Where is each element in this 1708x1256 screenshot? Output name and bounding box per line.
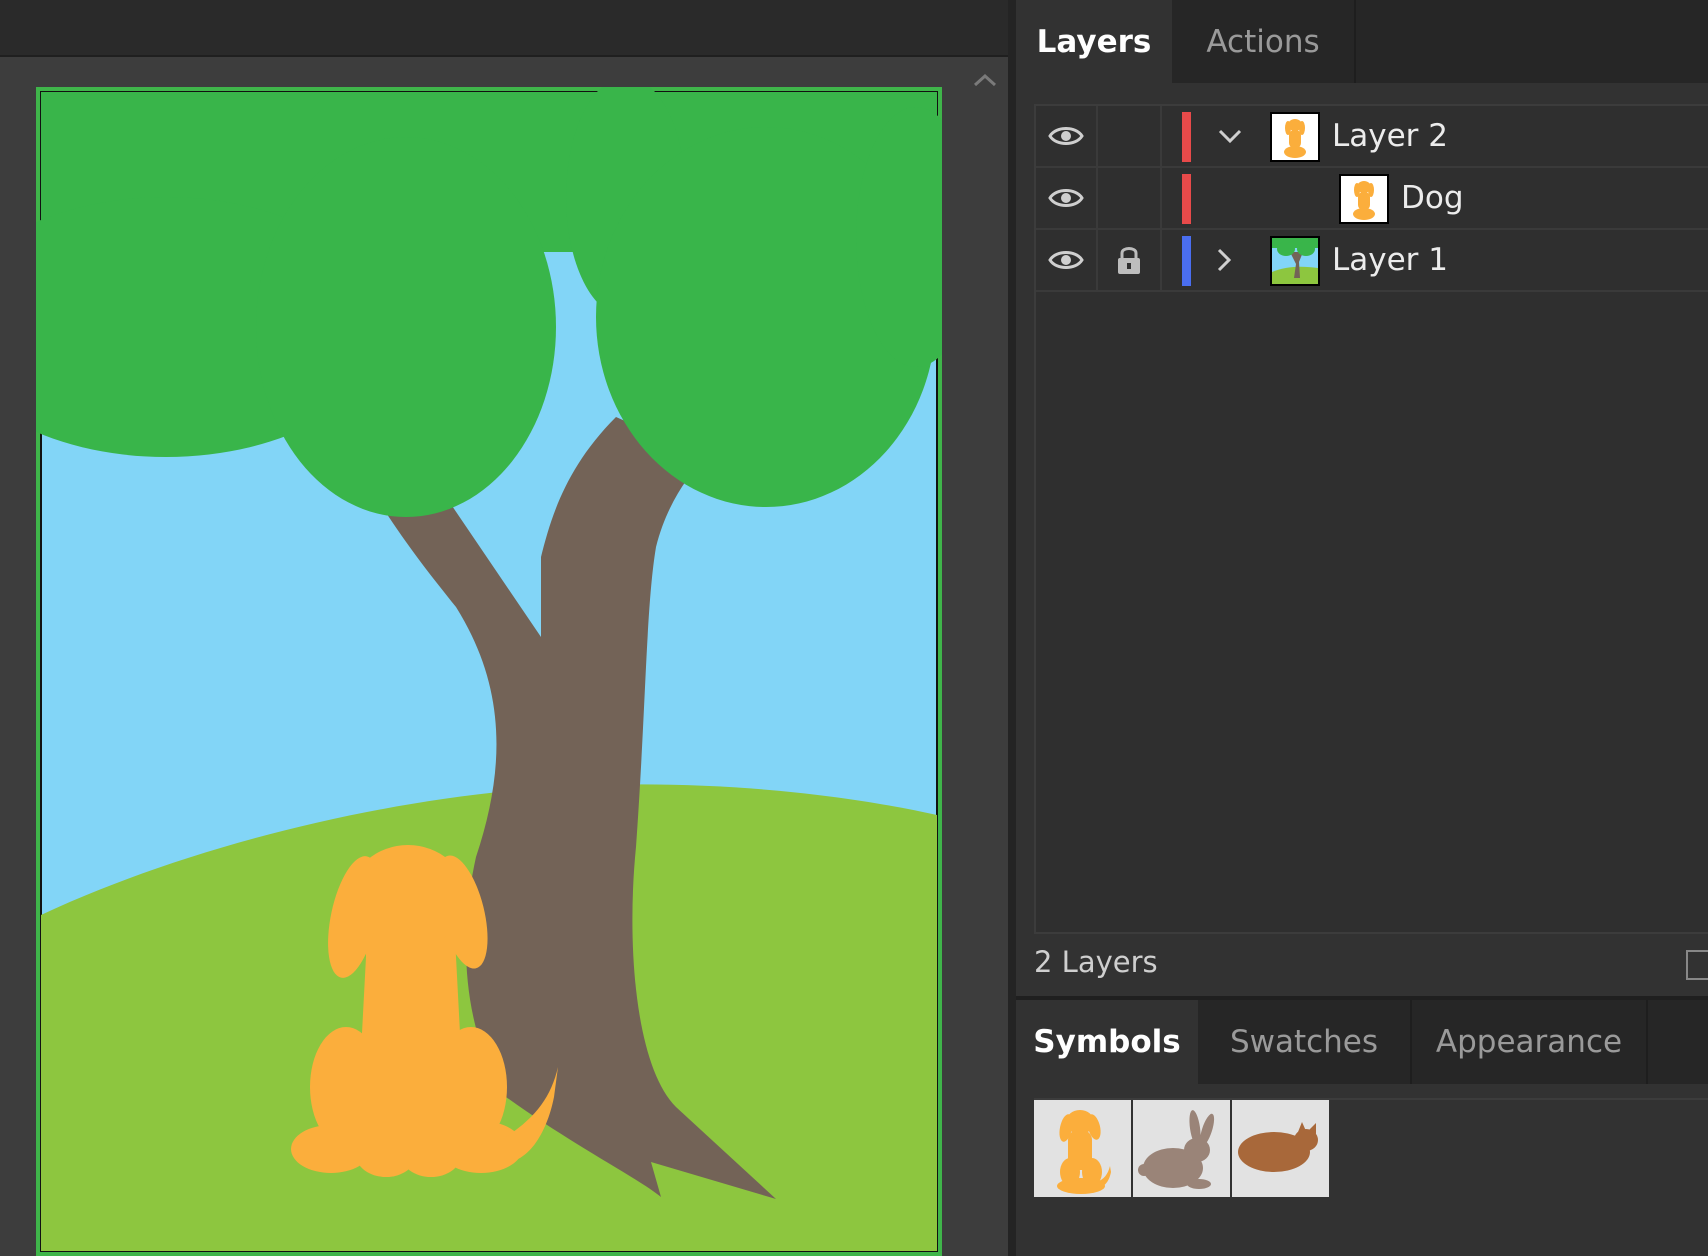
symbols-tab-bar: Symbols Swatches Appearance bbox=[1016, 996, 1708, 1084]
symbol-rabbit[interactable] bbox=[1133, 1100, 1230, 1197]
artboard[interactable] bbox=[36, 87, 942, 1256]
dog-thumbnail-icon bbox=[1284, 119, 1306, 158]
panel-divider[interactable] bbox=[1008, 0, 1016, 1256]
tab-actions[interactable]: Actions bbox=[1172, 0, 1356, 83]
layers-tab-bar: Layers Actions bbox=[1016, 0, 1708, 83]
eye-icon bbox=[1048, 127, 1084, 145]
lock-toggle[interactable] bbox=[1098, 168, 1162, 228]
document-tab-bar bbox=[0, 0, 1008, 57]
layer-count: 2 Layers bbox=[1034, 945, 1158, 979]
layer-name[interactable]: Dog bbox=[1401, 168, 1464, 228]
visibility-toggle[interactable] bbox=[1036, 106, 1098, 166]
layer-row-layer-2[interactable]: Layer 2 bbox=[1036, 106, 1708, 168]
tab-swatches[interactable]: Swatches bbox=[1198, 1000, 1412, 1084]
tree-foliage bbox=[36, 87, 942, 517]
layer-row-dog[interactable]: Dog bbox=[1036, 168, 1708, 230]
visibility-toggle[interactable] bbox=[1036, 168, 1098, 228]
lock-toggle[interactable] bbox=[1098, 230, 1162, 290]
eye-icon bbox=[1048, 251, 1084, 269]
layer-row-layer-1[interactable]: Layer 1 bbox=[1036, 230, 1708, 292]
symbol-cat[interactable] bbox=[1232, 1100, 1329, 1197]
layer-name[interactable]: Layer 1 bbox=[1332, 230, 1448, 290]
visibility-toggle[interactable] bbox=[1036, 230, 1098, 290]
layer-thumbnail[interactable] bbox=[1270, 236, 1320, 286]
tab-appearance[interactable]: Appearance bbox=[1412, 1000, 1648, 1084]
scroll-up-icon[interactable] bbox=[970, 66, 1000, 96]
layer-name[interactable]: Layer 2 bbox=[1332, 106, 1448, 166]
layer-color-bar bbox=[1182, 112, 1191, 162]
symbol-dog[interactable] bbox=[1034, 1100, 1131, 1197]
layer-thumbnail[interactable] bbox=[1339, 174, 1389, 224]
tab-layers[interactable]: Layers bbox=[1016, 0, 1172, 83]
cat-symbol-icon bbox=[1238, 1122, 1318, 1172]
layers-list: Layer 2 Dog Layer 1 bbox=[1034, 104, 1708, 934]
lock-icon bbox=[1118, 247, 1140, 274]
new-layer-icon[interactable] bbox=[1686, 950, 1708, 980]
dog-thumbnail-icon bbox=[1353, 181, 1375, 220]
lock-toggle[interactable] bbox=[1098, 106, 1162, 166]
rabbit-symbol-icon bbox=[1138, 1110, 1215, 1189]
layer-color-bar bbox=[1182, 174, 1191, 224]
dog-symbol-icon bbox=[1057, 1110, 1111, 1194]
layer-thumbnail[interactable] bbox=[1270, 112, 1320, 162]
chevron-down-icon[interactable] bbox=[1214, 120, 1246, 152]
tree-thumbnail-icon bbox=[1272, 238, 1318, 284]
right-panel: Layers Actions Layer 2 Dog Layer 1 2 Lay… bbox=[1016, 0, 1708, 1256]
eye-icon bbox=[1048, 189, 1084, 207]
tab-symbols[interactable]: Symbols bbox=[1016, 1000, 1198, 1084]
chevron-right-icon[interactable] bbox=[1208, 244, 1240, 276]
layer-color-bar bbox=[1182, 236, 1191, 286]
